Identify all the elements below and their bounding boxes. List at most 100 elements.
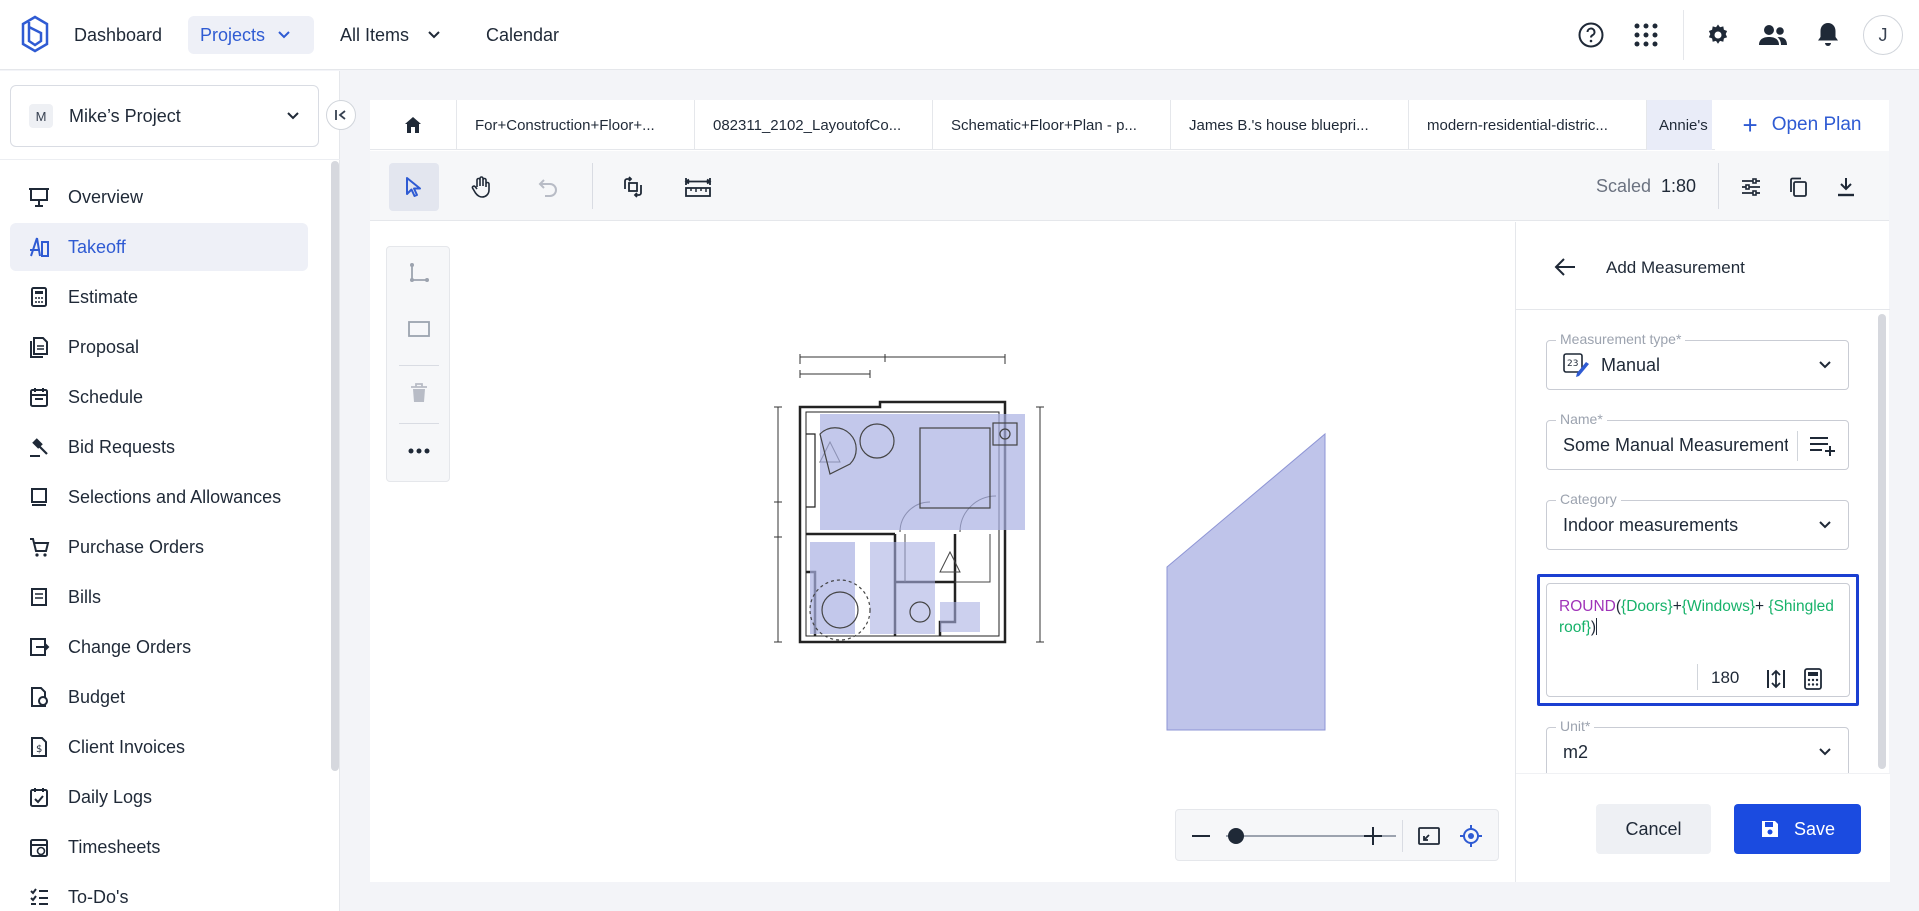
chevron-down-icon xyxy=(1819,521,1831,529)
measured-shape-polygon[interactable] xyxy=(1165,432,1330,732)
measured-area-closet-2[interactable] xyxy=(940,602,980,632)
nav-divider xyxy=(1683,10,1684,60)
sidebar-item-purchase-orders[interactable]: Purchase Orders xyxy=(10,523,308,571)
sidebar-item-takeoff[interactable]: Takeoff xyxy=(10,223,308,271)
tools-divider xyxy=(399,365,439,366)
sidebar-item-label: Estimate xyxy=(68,286,139,307)
scale-value[interactable]: 1:80 xyxy=(1661,176,1696,197)
category-value: Indoor measurements xyxy=(1563,514,1739,535)
add-list-icon[interactable] xyxy=(1808,433,1838,457)
sidebar-item-bills[interactable]: Bills xyxy=(10,573,308,621)
change-icon xyxy=(30,638,50,656)
users-icon[interactable] xyxy=(1755,17,1791,53)
fit-to-screen-button[interactable] xyxy=(1414,821,1444,851)
rectangle-tool-button[interactable] xyxy=(387,305,451,353)
rotate-tool-button[interactable] xyxy=(608,163,658,211)
line-tool-button[interactable] xyxy=(387,249,451,297)
apps-grid-icon[interactable] xyxy=(1628,17,1664,53)
tab-plan-3[interactable]: Schematic+Floor+Plan - p... xyxy=(933,100,1171,150)
download-button[interactable] xyxy=(1821,163,1871,211)
tab-plan-5[interactable]: modern-residential-distric... xyxy=(1409,100,1647,150)
sidebar-item-daily-logs[interactable]: Daily Logs xyxy=(10,773,308,821)
tab-label: Schematic+Floor+Plan - p... xyxy=(951,116,1137,134)
insert-variable-icon[interactable] xyxy=(1765,668,1787,690)
help-icon[interactable] xyxy=(1573,17,1609,53)
tab-label: 082311_2102_LayoutofCo... xyxy=(713,116,902,134)
chevron-down-icon xyxy=(278,31,290,39)
pan-tool-button[interactable] xyxy=(456,163,506,211)
nav-projects[interactable]: Projects xyxy=(188,16,314,54)
home-icon xyxy=(405,117,421,133)
sidebar-item-timesheets[interactable]: Timesheets xyxy=(10,823,308,871)
gear-icon[interactable] xyxy=(1700,17,1736,53)
zoom-out-button[interactable] xyxy=(1186,821,1216,851)
panel-title: Add Measurement xyxy=(1606,258,1745,277)
recenter-button[interactable] xyxy=(1456,821,1486,851)
zoom-in-button[interactable] xyxy=(1358,821,1388,851)
settings-sliders-button[interactable] xyxy=(1726,163,1776,211)
name-field[interactable]: Some Manual Measurement xyxy=(1546,420,1849,470)
chevron-down-icon xyxy=(1819,748,1831,756)
sidebar-item-label: Purchase Orders xyxy=(68,536,205,557)
sidebar-item-proposal[interactable]: Proposal xyxy=(10,323,308,371)
tab-plan-1[interactable]: For+Construction+Floor+... xyxy=(457,100,695,150)
sidebar-item-todos[interactable]: To-Do's xyxy=(10,873,308,911)
sidebar-item-client-invoices[interactable]: $ Client Invoices xyxy=(10,723,308,771)
zoom-slider-handle[interactable] xyxy=(1228,828,1244,844)
panel-header: Add Measurement xyxy=(1516,222,1890,310)
save-button[interactable]: Save xyxy=(1734,804,1861,854)
sidebar-item-overview[interactable]: Overview xyxy=(10,173,308,221)
formula-input[interactable]: ROUND({Doors}+{Windows}+ {Shingled roof}… xyxy=(1546,583,1850,697)
tab-home[interactable] xyxy=(370,100,457,150)
gavel-icon xyxy=(30,438,48,457)
measured-area-room[interactable] xyxy=(820,414,1025,530)
open-plan-label: Open Plan xyxy=(1771,114,1862,135)
todo-icon xyxy=(30,888,48,905)
tab-plan-6[interactable]: Annie's xyxy=(1647,100,1712,150)
takeoff-icon xyxy=(30,237,49,257)
back-button[interactable] xyxy=(1552,254,1578,280)
measurement-type-select[interactable]: 23 Manual xyxy=(1546,340,1849,390)
more-tools-button[interactable] xyxy=(387,427,451,475)
select-tool-button[interactable] xyxy=(389,163,439,211)
category-select[interactable]: Indoor measurements xyxy=(1546,500,1849,550)
nav-dashboard[interactable]: Dashboard xyxy=(62,16,174,54)
app-logo-icon[interactable] xyxy=(20,14,50,54)
unit-select[interactable]: m2 xyxy=(1546,727,1849,777)
nav-calendar[interactable]: Calendar xyxy=(474,16,571,54)
sidebar-item-budget[interactable]: Budget xyxy=(10,673,308,721)
plan-canvas[interactable] xyxy=(370,222,1515,882)
open-plan-button[interactable]: + Open Plan xyxy=(1715,100,1889,150)
tab-plan-4[interactable]: James B.'s house bluepri... xyxy=(1171,100,1409,150)
svg-text:23: 23 xyxy=(1567,359,1578,369)
formula-text: ROUND({Doors}+{Windows}+ {Shingled roof}… xyxy=(1559,596,1839,638)
sidebar-scrollbar[interactable] xyxy=(331,161,339,771)
user-avatar[interactable]: J xyxy=(1863,15,1903,55)
text-cursor xyxy=(1596,618,1598,635)
nav-dashboard-label: Dashboard xyxy=(74,24,163,45)
sidebar-item-selections[interactable]: Selections and Allowances xyxy=(10,473,308,521)
sidebar-item-change-orders[interactable]: Change Orders xyxy=(10,623,308,671)
cancel-button[interactable]: Cancel xyxy=(1596,804,1711,854)
polyline-icon xyxy=(410,263,429,282)
bell-icon[interactable] xyxy=(1810,17,1846,53)
panel-scrollbar[interactable] xyxy=(1878,314,1886,769)
calculator-icon[interactable] xyxy=(1803,668,1823,690)
delete-tool-button[interactable] xyxy=(387,369,451,417)
copy-button[interactable] xyxy=(1773,163,1823,211)
measured-area-bath[interactable] xyxy=(810,542,855,634)
tab-label: modern-residential-distric... xyxy=(1427,116,1608,134)
list-icon xyxy=(31,488,47,506)
sidebar-item-schedule[interactable]: Schedule xyxy=(10,373,308,421)
copy-icon xyxy=(1790,177,1807,197)
collapse-sidebar-button[interactable] xyxy=(326,100,356,130)
sidebar-item-bid-requests[interactable]: Bid Requests xyxy=(10,423,308,471)
sidebar-divider xyxy=(0,159,340,160)
rectangle-icon xyxy=(408,321,430,337)
project-selector[interactable]: M Mike’s Project xyxy=(10,85,319,147)
nav-all-items[interactable]: All Items xyxy=(328,16,453,54)
tab-plan-2[interactable]: 082311_2102_LayoutofCo... xyxy=(695,100,933,150)
scale-tool-button[interactable] xyxy=(673,163,723,211)
undo-button[interactable] xyxy=(523,163,573,211)
sidebar-item-estimate[interactable]: Estimate xyxy=(10,273,308,321)
